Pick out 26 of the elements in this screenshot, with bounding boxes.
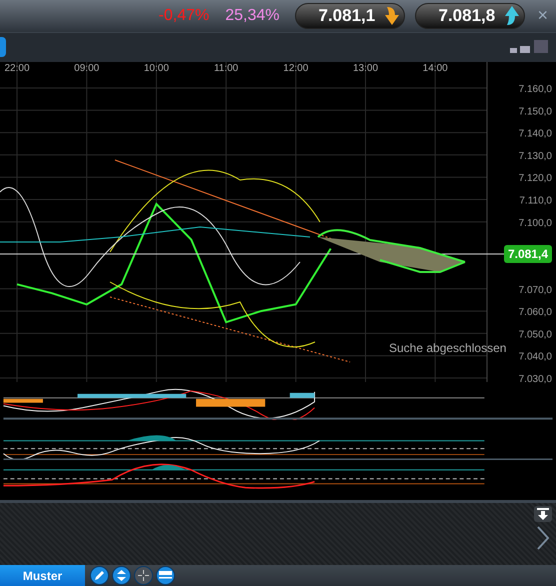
time-label: 13:00 — [352, 63, 378, 74]
time-label: 22:00 — [4, 63, 30, 74]
price-label: 7.150,0 — [518, 106, 552, 118]
time-label: 09:00 — [74, 63, 100, 74]
price-label: 7.120,0 — [518, 173, 552, 184]
status-text: Suche abgeschlossen — [389, 341, 506, 356]
time-label: 14:00 — [422, 63, 448, 74]
price-label: 7.050,0 — [518, 330, 552, 341]
percent-value: 25,34% — [225, 6, 280, 25]
time-label: 11:00 — [214, 63, 238, 74]
price-button[interactable]: 7.081,8 — [415, 2, 526, 29]
price-label: 7.040,0 — [518, 352, 552, 363]
change-percent: -0,47% — [158, 6, 210, 25]
price-label: 7.160,0 — [518, 84, 552, 96]
pattern-tab[interactable]: Muster — [0, 565, 85, 586]
price-label: 7.030,0 — [518, 374, 552, 386]
price-label: 7.110,0 — [519, 196, 552, 207]
price-label: 7.130,0 — [518, 151, 552, 162]
time-label: 10:00 — [144, 63, 169, 74]
time-label: 12:00 — [283, 63, 308, 74]
price-label: 7.100,0 — [518, 218, 552, 230]
price-label: 7.070,0 — [518, 285, 552, 296]
last-price-label: 7.081,4 — [504, 245, 552, 264]
price-button[interactable]: 7.081,1 — [295, 2, 406, 29]
price-label: 7.140,0 — [518, 128, 552, 140]
price-label: 7.060,0 — [518, 307, 552, 318]
